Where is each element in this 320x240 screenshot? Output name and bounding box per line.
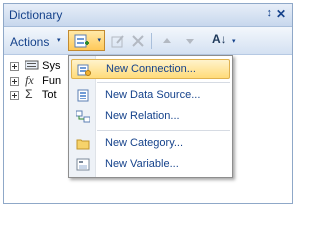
actions-button[interactable]: Actions	[10, 35, 49, 49]
menu-item-new-relation[interactable]: New Relation...	[71, 107, 230, 127]
expand-icon[interactable]	[10, 91, 19, 100]
move-down-icon[interactable]	[185, 36, 195, 46]
menu-item-label: New Connection...	[106, 63, 196, 75]
menu-item-label: New Variable...	[105, 158, 179, 170]
edit-icon[interactable]	[111, 34, 125, 48]
tree-item-label: Fun	[42, 75, 62, 87]
pin-icon[interactable]: ↕	[267, 7, 273, 19]
new-item-icon	[74, 34, 89, 48]
chevron-down-icon[interactable]: ▾	[97, 36, 101, 44]
folder-icon	[76, 139, 90, 150]
tree-item[interactable]: Σ Tot	[10, 87, 61, 101]
tree-item-label: Tot	[41, 89, 57, 101]
sort-icon[interactable]: A↓	[212, 32, 227, 46]
data-source-icon	[77, 89, 89, 102]
menu-item-new-connection[interactable]: New Connection...	[71, 59, 230, 79]
chevron-down-icon[interactable]: ▾	[57, 36, 61, 44]
new-item-dropdown-menu: New Connection... New Data Source... New…	[68, 55, 233, 178]
menu-item-label: New Data Source...	[105, 89, 201, 101]
database-icon	[24, 60, 39, 70]
expand-icon[interactable]	[10, 62, 19, 71]
expand-icon[interactable]	[10, 77, 19, 86]
connection-icon	[77, 64, 91, 76]
menu-item-new-data-source[interactable]: New Data Source...	[71, 86, 230, 106]
panel-title: Dictionary	[9, 8, 63, 22]
new-item-dropdown-button[interactable]: ▾	[68, 30, 105, 51]
variable-icon	[76, 158, 90, 171]
tree-item-label: Sys	[42, 60, 61, 72]
tree-item[interactable]: Sys	[10, 59, 61, 73]
sigma-icon: Σ	[25, 87, 33, 101]
menu-separator	[97, 130, 230, 131]
menu-item-label: New Category...	[105, 137, 184, 149]
panel-titlebar: Dictionary ↕ ✕	[4, 4, 292, 27]
separator-icon	[151, 33, 152, 49]
delete-icon[interactable]	[131, 34, 145, 48]
close-icon[interactable]: ✕	[276, 7, 286, 21]
menu-item-new-category[interactable]: New Category...	[71, 134, 230, 154]
chevron-down-icon[interactable]: ▾	[232, 37, 236, 45]
menu-item-label: New Relation...	[105, 110, 180, 122]
panel-toolbar: Actions ▾ ▾ A↓ ▾	[4, 27, 292, 55]
tree-item[interactable]: fx Fun	[10, 73, 61, 87]
menu-item-new-variable[interactable]: New Variable...	[71, 155, 230, 175]
function-icon: fx	[25, 73, 34, 87]
relation-icon	[76, 110, 90, 123]
menu-separator	[97, 82, 230, 83]
dictionary-panel: Dictionary ↕ ✕ Actions ▾ ▾ A↓ ▾ Sys fx F…	[3, 3, 293, 204]
dictionary-tree: Sys fx Fun Σ Tot	[10, 59, 61, 101]
move-up-icon[interactable]	[162, 36, 172, 46]
